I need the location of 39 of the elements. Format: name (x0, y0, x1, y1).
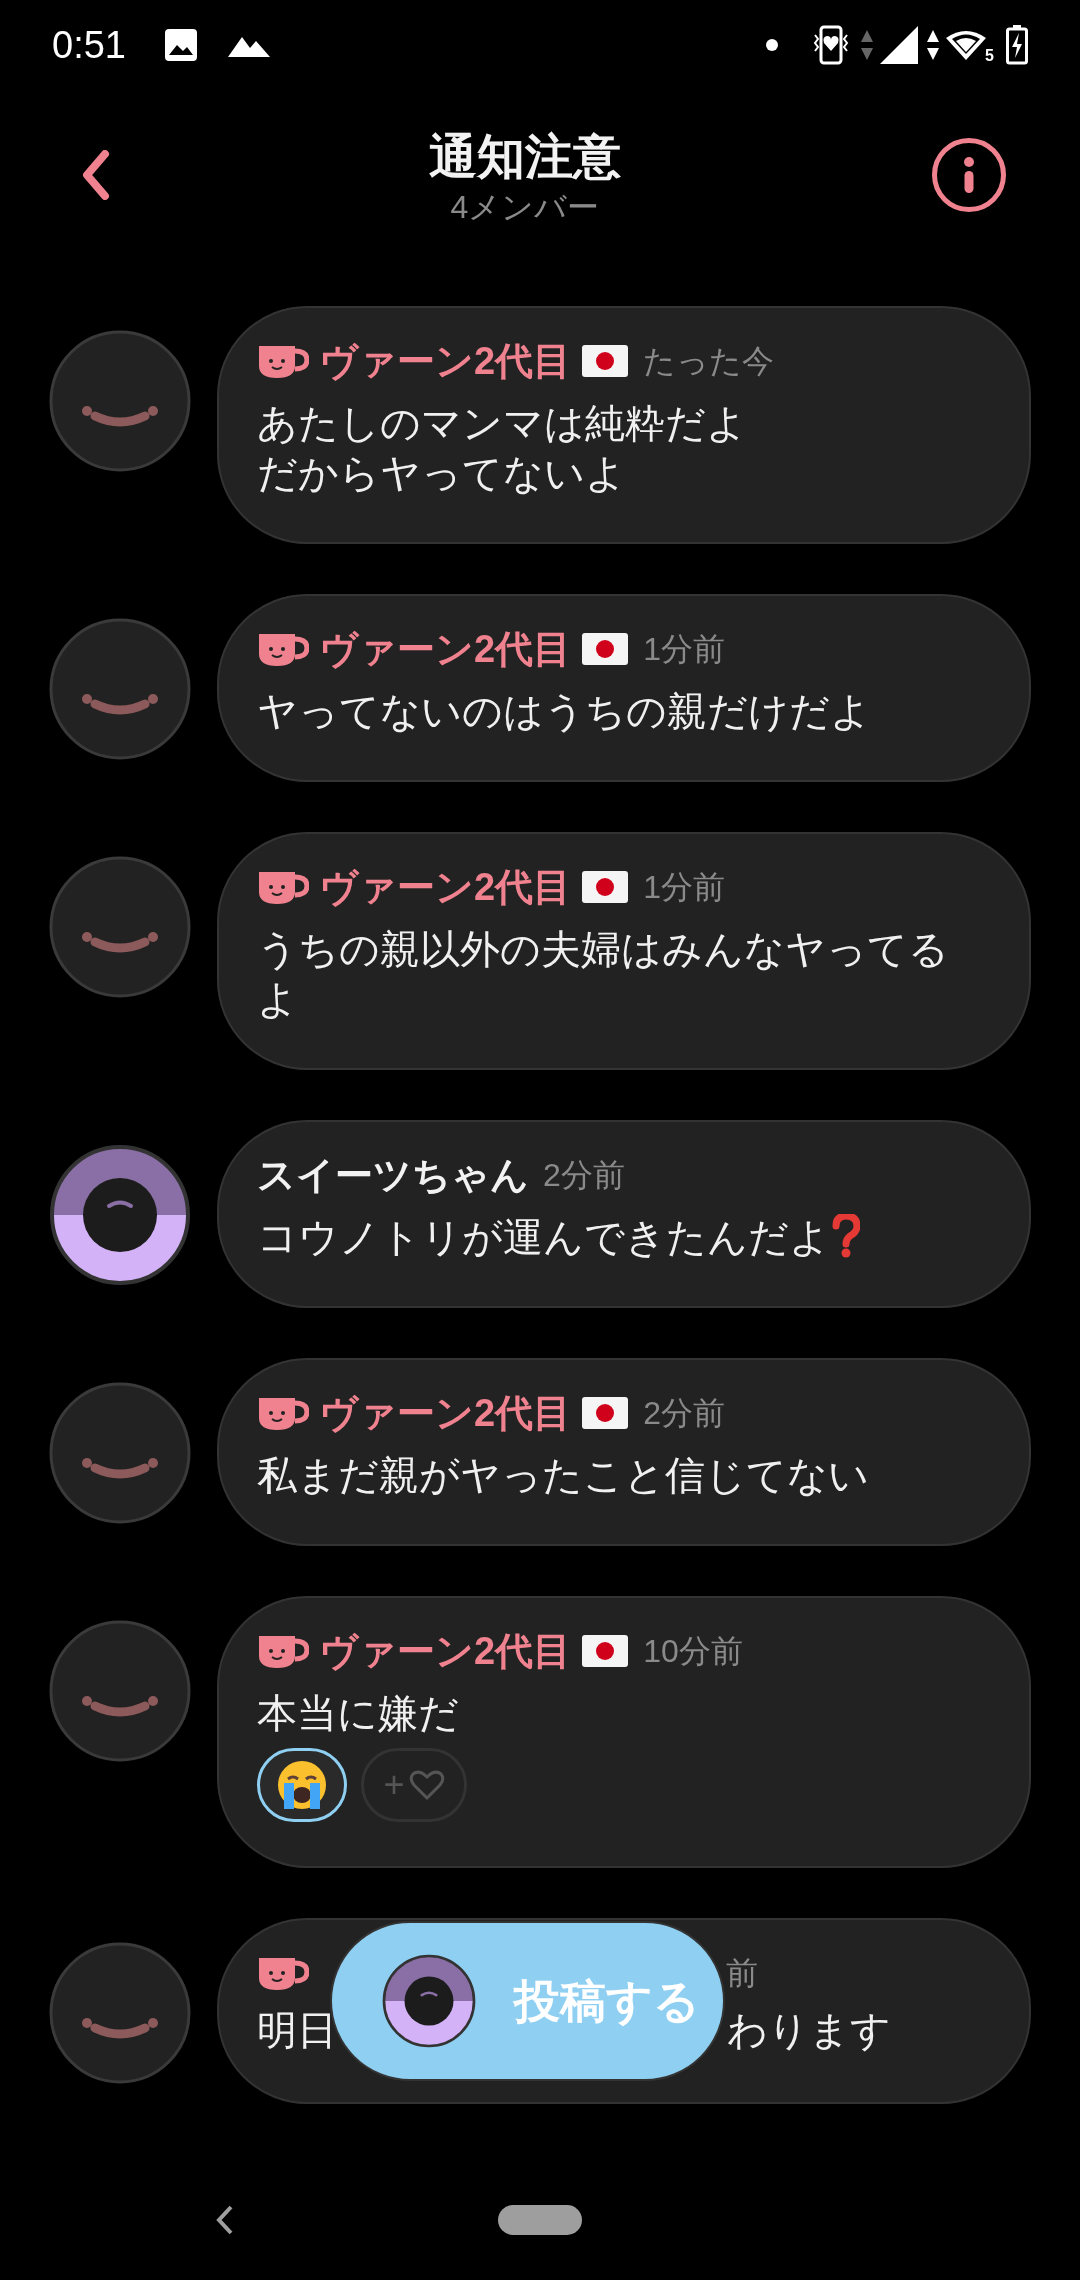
nav-back-icon (215, 2204, 235, 2236)
author-name: ヴァーン2代目 (319, 1628, 572, 1674)
heart-vibrate-icon (812, 25, 850, 65)
chat-title: 通知注意 (429, 129, 621, 185)
message-time: 前 (726, 1954, 758, 1993)
data-arrows-icon (860, 28, 874, 62)
message-time: たった今 (643, 342, 775, 381)
message-time: 1分前 (643, 630, 725, 669)
author-name: スイーツちゃん (257, 1152, 529, 1198)
author-name: ヴァーン2代目 (319, 626, 572, 672)
message-time: 1分前 (643, 868, 725, 907)
signal-icon (880, 26, 918, 64)
dot-icon (766, 39, 778, 51)
message-text: 本当に嫌だ (257, 1690, 459, 1737)
add-reaction-button[interactable]: + (361, 1748, 467, 1822)
message-text: ヤってないのはうちの親だけだよ (257, 688, 871, 735)
author-name: ヴァーン2代目 (319, 1390, 572, 1436)
message-text: あたしのマンマは純粋だよ だからヤってないよ (257, 400, 747, 497)
message-text: 私まだ親がヤったこと信じてない (257, 1452, 869, 1499)
message-text: コウノトリが運んできたんだよ (257, 1214, 830, 1261)
info-button[interactable] (932, 138, 1006, 212)
info-icon (963, 157, 975, 193)
image-icon (163, 28, 198, 62)
data-arrows-icon (926, 28, 940, 62)
message-time: 2分前 (643, 1394, 725, 1433)
message-time: 2分前 (543, 1156, 625, 1195)
status-time: 0:51 (52, 22, 126, 68)
heart-icon (408, 1769, 445, 1801)
message-text: うちの親以外の夫婦はみんなヤってる よ (257, 926, 949, 1023)
home-pill[interactable] (498, 2205, 582, 2235)
message-text: わります (727, 2007, 891, 2054)
author-name: ヴァーン2代目 (319, 864, 572, 910)
message-time: 10分前 (643, 1632, 743, 1671)
crying-face-icon (276, 1759, 328, 1811)
back-icon (81, 150, 111, 200)
battery-charging-icon (1006, 25, 1028, 65)
author-name: ヴァーン2代目 (319, 338, 572, 384)
member-count: 4メンバー (450, 188, 600, 227)
post-button[interactable]: 投稿する (330, 1921, 725, 2081)
